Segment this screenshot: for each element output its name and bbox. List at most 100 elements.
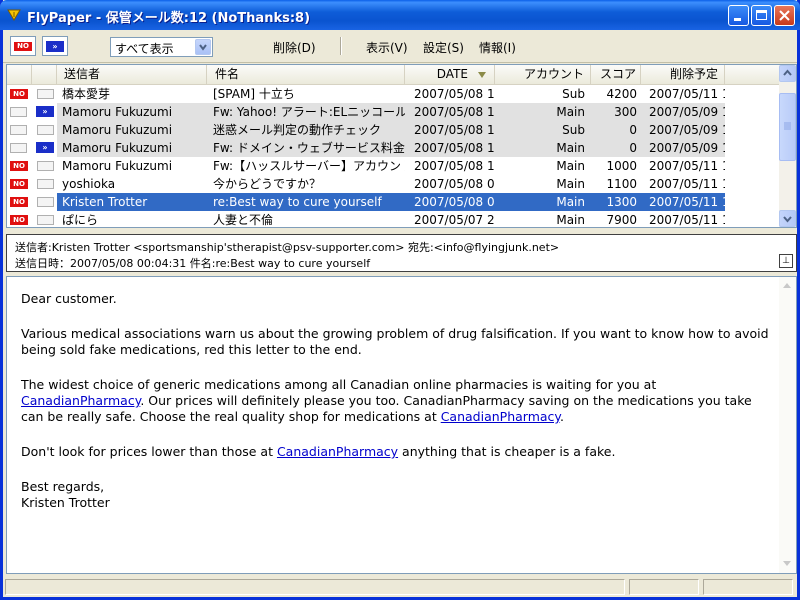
cell-sender: 橋本愛芽 — [62, 87, 111, 101]
scroll-down-arrow-icon[interactable] — [783, 561, 791, 566]
col-forward[interactable] — [32, 65, 57, 84]
forward-checkbox[interactable] — [37, 215, 54, 225]
cell-account: Main — [556, 105, 585, 119]
forward-icon: » — [46, 41, 64, 52]
message-row[interactable]: NO Mamoru Fukuzumi Fw:【ハッスルサーバー】アカウント停... 2… — [7, 157, 780, 175]
mark-checkbox[interactable] — [10, 125, 27, 135]
body-scrollbar[interactable] — [779, 277, 796, 573]
cell-delete-date: 2007/05/09 1... — [649, 123, 725, 137]
col-account[interactable]: アカウント — [495, 65, 591, 84]
col-sender[interactable]: 送信者 — [57, 65, 207, 84]
no-spam-icon: NO — [14, 42, 32, 51]
pharmacy-link[interactable]: CanadianPharmacy — [441, 409, 560, 424]
cell-delete-date: 2007/05/09 1... — [649, 105, 725, 119]
no-spam-icon[interactable]: NO — [10, 161, 28, 171]
cell-sender: yoshioka — [62, 177, 116, 191]
no-spam-icon[interactable]: NO — [10, 89, 28, 99]
list-scrollbar[interactable] — [779, 65, 796, 227]
cell-sender: Mamoru Fukuzumi — [62, 105, 173, 119]
menu-view[interactable]: 表示(V) — [366, 39, 408, 56]
cell-sender: Mamoru Fukuzumi — [62, 123, 173, 137]
filter-select-value: すべて表示 — [115, 42, 174, 56]
title-bar[interactable]: FlyPaper - 保管メール数:12 (NoThanks:8) — [0, 0, 800, 30]
message-row[interactable]: NO ぱにら 人妻と不倫 2007/05/07 2... Main 7900 2007/05… — [7, 211, 780, 227]
minimize-button[interactable] — [728, 5, 749, 26]
maximize-button[interactable] — [751, 5, 772, 26]
scroll-up-arrow-icon[interactable] — [783, 283, 791, 288]
cell-date: 2007/05/08 0... — [414, 195, 495, 209]
body-signature: Kristen Trotter — [21, 495, 110, 510]
chevron-down-icon — [783, 216, 792, 223]
col-date[interactable]: DATE — [405, 65, 495, 84]
cell-score: 1100 — [606, 177, 637, 191]
col-delete-date[interactable]: 削除予定 — [641, 65, 725, 84]
body-text-span: Don't look for prices lower than those a… — [21, 444, 277, 459]
menu-info[interactable]: 情報(I) — [479, 39, 516, 56]
forward-icon[interactable]: » — [36, 106, 54, 117]
pharmacy-link[interactable]: CanadianPharmacy — [21, 393, 140, 408]
cell-account: Sub — [562, 87, 585, 101]
message-body-pane[interactable]: Dear customer. Various medical associati… — [6, 276, 797, 574]
pharmacy-link[interactable]: CanadianPharmacy — [277, 444, 398, 459]
message-row[interactable]: » Mamoru Fukuzumi Fw: ドメイン・ウェブサービス料金の領... 2… — [7, 139, 780, 157]
message-row[interactable]: » Mamoru Fukuzumi Fw: Yahoo! アラート:ELニッコールー… — [7, 103, 780, 121]
cell-score: 4200 — [606, 87, 637, 101]
filter-select[interactable]: すべて表示 — [110, 37, 213, 57]
forward-checkbox[interactable] — [37, 125, 54, 135]
forward-checkbox[interactable] — [37, 161, 54, 171]
scroll-down-button[interactable] — [779, 210, 796, 227]
cell-date: 2007/05/08 1... — [414, 159, 495, 173]
cell-delete-date: 2007/05/11 1... — [649, 213, 725, 227]
header-toggle-button[interactable]: ⊥ — [779, 254, 793, 268]
chevron-down-icon[interactable] — [195, 39, 211, 55]
mark-spam-button[interactable]: NO — [10, 36, 36, 56]
cell-delete-date: 2007/05/09 1... — [649, 141, 725, 155]
col-score[interactable]: スコア — [591, 65, 641, 84]
no-spam-icon[interactable]: NO — [10, 197, 28, 207]
scroll-thumb[interactable] — [779, 93, 796, 161]
forward-checkbox[interactable] — [37, 197, 54, 207]
close-button[interactable] — [774, 5, 795, 26]
menu-settings[interactable]: 設定(S) — [423, 39, 464, 56]
cell-score: 0 — [629, 123, 637, 137]
mark-checkbox[interactable] — [10, 107, 27, 117]
cell-subject: 迷惑メール判定の動作チェック — [213, 123, 382, 137]
message-row[interactable]: NO yoshioka 今からどうですか？ 2007/05/08 0... Main 11… — [7, 175, 780, 193]
col-mark[interactable] — [7, 65, 32, 84]
message-row[interactable]: NO Kristen Trotter re:Best way to cure you… — [7, 193, 780, 211]
message-row[interactable]: Mamoru Fukuzumi 迷惑メール判定の動作チェック 2007/05/08 … — [7, 121, 780, 139]
flypaper-app-icon — [7, 9, 21, 21]
cell-account: Main — [556, 213, 585, 227]
cell-account: Main — [556, 195, 585, 209]
no-spam-icon[interactable]: NO — [10, 215, 28, 225]
body-text-span: anything that is cheaper is a fake. — [398, 444, 616, 459]
cell-subject: 人妻と不倫 — [213, 213, 274, 227]
cell-date: 2007/05/08 1... — [414, 123, 495, 137]
no-spam-icon[interactable]: NO — [10, 179, 28, 189]
header-from-to: 送信者:Kristen Trotter <sportsmanship'sther… — [15, 241, 560, 254]
header-date-subject: 送信日時：2007/05/08 00:04:31 件名:re:Best way … — [15, 257, 371, 270]
cell-subject: re:Best way to cure yourself — [213, 195, 382, 209]
forward-checkbox[interactable] — [37, 89, 54, 99]
forward-button[interactable]: » — [42, 36, 68, 56]
mark-checkbox[interactable] — [10, 143, 27, 153]
forward-checkbox[interactable] — [37, 179, 54, 189]
cell-delete-date: 2007/05/11 1... — [649, 177, 725, 191]
cell-date: 2007/05/08 0... — [414, 177, 495, 191]
cell-score: 0 — [629, 141, 637, 155]
scroll-up-button[interactable] — [779, 65, 796, 82]
forward-icon[interactable]: » — [36, 142, 54, 153]
toolbar-separator — [340, 37, 342, 55]
message-list[interactable]: 送信者 件名 DATE アカウント スコア 削除予定 NO 橋本愛芽 [SPAM] … — [6, 64, 797, 228]
cell-score: 300 — [614, 105, 637, 119]
cell-delete-date: 2007/05/11 1... — [649, 195, 725, 209]
cell-subject: Fw: Yahoo! アラート:ELニッコールー... — [213, 105, 405, 119]
cell-account: Main — [556, 159, 585, 173]
message-body: Dear customer. Various medical associati… — [21, 291, 771, 511]
cell-sender: ぱにら — [62, 213, 99, 227]
close-icon — [779, 10, 790, 21]
col-subject[interactable]: 件名 — [207, 65, 405, 84]
message-row[interactable]: NO 橋本愛芽 [SPAM] 十立ち 2007/05/08 1... Sub 4200 20… — [7, 85, 780, 103]
menu-delete[interactable]: 削除(D) — [273, 39, 316, 56]
status-segment-2 — [629, 579, 699, 595]
